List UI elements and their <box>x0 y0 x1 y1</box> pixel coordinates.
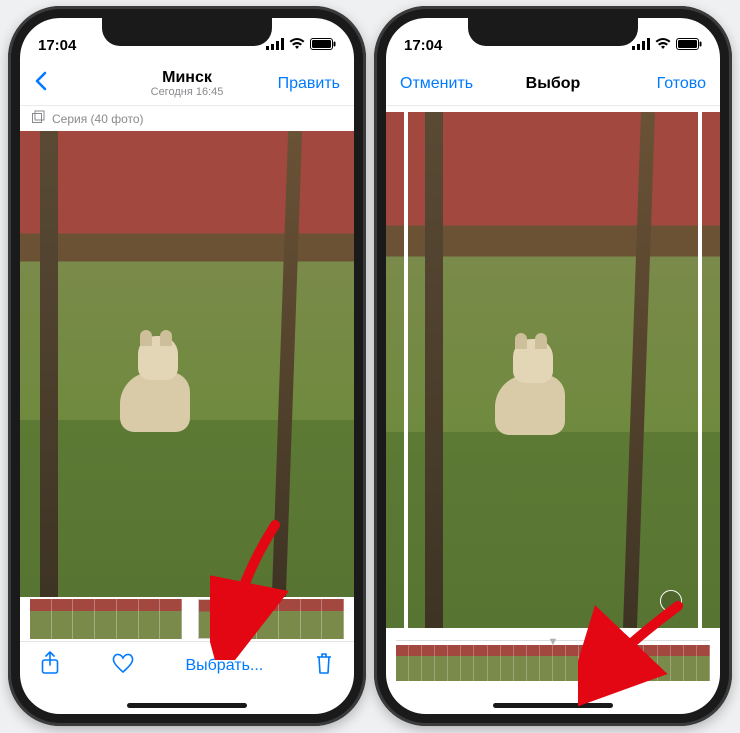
thumbnail[interactable] <box>488 645 501 681</box>
toolbar: Выбрать... <box>20 641 354 689</box>
navbar: Минск Сегодня 16:45 Править <box>20 62 354 106</box>
thumbnail[interactable] <box>448 645 461 681</box>
thumbnail[interactable] <box>514 645 527 681</box>
home-indicator[interactable] <box>127 703 247 708</box>
thumbnail[interactable] <box>605 645 618 681</box>
photo-next-peek[interactable] <box>702 112 720 628</box>
phone-frame-right: 17:04 Отменить Выбор <box>374 6 732 726</box>
thumbnail[interactable] <box>235 599 257 639</box>
phone-frame-left: 17:04 <box>8 6 366 726</box>
done-button[interactable]: Готово <box>657 75 706 93</box>
edit-button[interactable]: Править <box>278 75 340 93</box>
cellular-icon <box>266 37 284 54</box>
burst-meta-row: Серия (40 фото) <box>20 106 354 131</box>
thumbnail[interactable] <box>279 599 301 639</box>
home-indicator[interactable] <box>493 703 613 708</box>
thumbnail[interactable] <box>396 645 409 681</box>
photo-main[interactable] <box>408 112 698 628</box>
thumbnail[interactable] <box>540 645 553 681</box>
thumbnail[interactable] <box>73 599 95 639</box>
status-indicators <box>266 37 336 54</box>
thumbnail[interactable] <box>592 645 605 681</box>
thumbnail[interactable] <box>501 645 514 681</box>
thumbnail[interactable] <box>30 599 52 639</box>
thumbnail[interactable] <box>117 599 139 639</box>
thumbnail[interactable] <box>461 645 474 681</box>
navbar: Отменить Выбор Готово <box>386 62 720 106</box>
battery-icon <box>310 37 336 54</box>
status-time: 17:04 <box>404 37 442 54</box>
cancel-button[interactable]: Отменить <box>400 75 473 93</box>
photo-viewer[interactable] <box>20 131 354 597</box>
thumbnail[interactable] <box>527 645 540 681</box>
wifi-icon <box>655 37 671 54</box>
screen-right: 17:04 Отменить Выбор <box>386 18 720 714</box>
cellular-icon <box>632 37 650 54</box>
thumbnail[interactable] <box>579 645 592 681</box>
notch <box>102 18 272 46</box>
thumbnail[interactable] <box>553 645 566 681</box>
select-button[interactable]: Выбрать... <box>185 657 263 675</box>
thumbnail[interactable] <box>631 645 644 681</box>
trash-button[interactable] <box>314 651 334 680</box>
thumbnail[interactable] <box>95 599 117 639</box>
thumbnail-strip[interactable] <box>20 597 354 641</box>
thumbnail[interactable] <box>697 645 710 681</box>
notch <box>468 18 638 46</box>
thumbnail[interactable] <box>644 645 657 681</box>
thumbnail[interactable] <box>618 645 631 681</box>
thumbnail[interactable] <box>409 645 422 681</box>
photo-prev-peek[interactable] <box>386 112 404 628</box>
thumbnail[interactable] <box>139 599 161 639</box>
status-indicators <box>632 37 702 54</box>
burst-label: Серия (40 фото) <box>52 112 144 126</box>
back-button[interactable] <box>34 71 48 96</box>
caret-down-icon: ▼ <box>548 636 559 648</box>
thumbnail[interactable] <box>257 599 279 639</box>
battery-icon <box>676 37 702 54</box>
favorite-button[interactable] <box>111 652 135 679</box>
thumbnail[interactable] <box>52 599 74 639</box>
thumbnail[interactable] <box>435 645 448 681</box>
screen-left: 17:04 <box>20 18 354 714</box>
thumbnail[interactable] <box>684 645 697 681</box>
thumbnail[interactable] <box>566 645 579 681</box>
select-toggle-icon[interactable] <box>660 590 682 612</box>
thumbnail[interactable] <box>301 599 323 639</box>
burst-icon <box>32 110 46 127</box>
photo-carousel[interactable] <box>386 106 720 634</box>
thumbnail[interactable] <box>474 645 487 681</box>
thumbnail[interactable] <box>671 645 684 681</box>
status-time: 17:04 <box>38 37 76 54</box>
thumbnail-strip[interactable]: ▼ <box>396 640 710 684</box>
photo-main <box>20 131 354 597</box>
thumbnail[interactable] <box>422 645 435 681</box>
thumbnail[interactable] <box>160 599 182 639</box>
thumbnail[interactable] <box>658 645 671 681</box>
wifi-icon <box>289 37 305 54</box>
thumbnail-current[interactable] <box>198 599 220 639</box>
chevron-left-icon <box>34 71 48 96</box>
share-button[interactable] <box>40 651 60 680</box>
thumbnail[interactable] <box>322 599 344 639</box>
